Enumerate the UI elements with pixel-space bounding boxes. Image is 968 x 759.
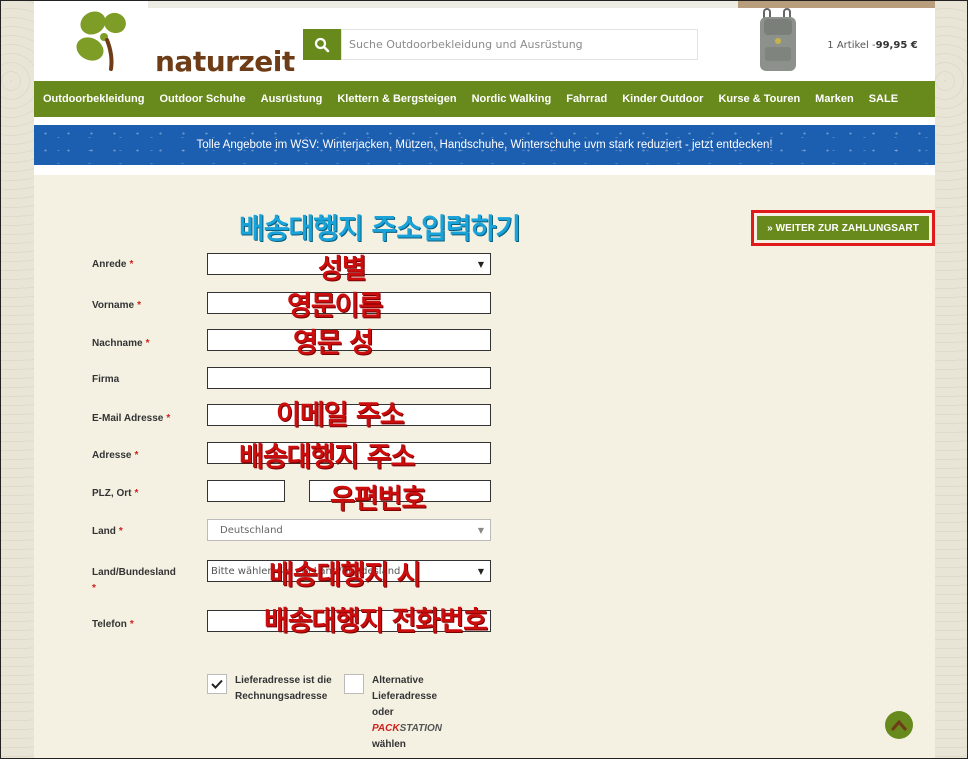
cart-total: 99,95 € bbox=[875, 39, 918, 51]
alternative-address-checkbox[interactable] bbox=[344, 674, 364, 694]
nachname-label: Nachname * bbox=[92, 338, 150, 349]
nav-item-ausruestung[interactable]: Ausrüstung bbox=[261, 93, 323, 105]
ort-input[interactable] bbox=[309, 480, 491, 502]
logo-text: naturzeit bbox=[155, 45, 295, 78]
bundesland-select-value: Bitte wählen Sie ein Land/Bundesland bbox=[211, 565, 401, 577]
bundesland-label: Land/Bundesland * bbox=[92, 567, 176, 594]
nav-item-outdoor-schuhe[interactable]: Outdoor Schuhe bbox=[159, 93, 245, 105]
logo[interactable]: naturzeit bbox=[73, 7, 295, 78]
backpack-icon[interactable] bbox=[752, 7, 804, 75]
nav-item-marken[interactable]: Marken bbox=[815, 93, 854, 105]
packstation-logo: PACKSTATION bbox=[372, 723, 442, 734]
nav-item-kinder-outdoor[interactable]: Kinder Outdoor bbox=[622, 93, 703, 105]
land-label: Land * bbox=[92, 526, 123, 537]
chevron-up-icon bbox=[891, 720, 907, 731]
nav-item-nordic-walking[interactable]: Nordic Walking bbox=[472, 93, 552, 105]
alternative-address-checkbox-label: Alternative Lieferadresse oder PACKSTATI… bbox=[372, 675, 442, 750]
firma-input[interactable] bbox=[207, 367, 491, 389]
leaf-logo-icon bbox=[76, 11, 126, 71]
plz-input[interactable] bbox=[207, 480, 285, 502]
anrede-select[interactable] bbox=[207, 253, 491, 275]
bundesland-select[interactable]: Bitte wählen Sie ein Land/Bundesland bbox=[207, 560, 491, 582]
main-nav: Outdoorbekleidung Outdoor Schuhe Ausrüst… bbox=[34, 81, 935, 117]
nav-item-klettern[interactable]: Klettern & Bergsteigen bbox=[337, 93, 456, 105]
land-select[interactable]: Deutschland bbox=[207, 519, 491, 541]
cart-summary[interactable]: 1 Artikel - 99,95 € bbox=[810, 31, 935, 59]
firma-label: Firma bbox=[92, 374, 120, 385]
anrede-label: Anrede * bbox=[92, 259, 134, 270]
adresse-input[interactable] bbox=[207, 442, 491, 464]
billing-address-checkbox-label: Lieferadresse ist die Rechnungsadresse bbox=[235, 675, 332, 702]
adresse-label: Adresse * bbox=[92, 450, 139, 461]
scroll-to-top-button[interactable] bbox=[885, 711, 913, 739]
vorname-input[interactable] bbox=[207, 292, 491, 314]
right-background bbox=[935, 1, 967, 758]
land-select-value: Deutschland bbox=[220, 524, 283, 536]
promo-banner[interactable]: Tolle Angebote im WSV: Winterjacken, Müt… bbox=[34, 125, 935, 165]
search-icon bbox=[314, 37, 330, 52]
browser-frame: naturzeit 1 Artikel - 99,95 € bbox=[0, 0, 968, 759]
email-label: E-Mail Adresse * bbox=[92, 413, 171, 424]
nav-item-fahrrad[interactable]: Fahrrad bbox=[566, 93, 607, 105]
telefon-input[interactable] bbox=[207, 610, 491, 632]
nav-item-outdoorbekleidung[interactable]: Outdoorbekleidung bbox=[43, 93, 144, 105]
telefon-label: Telefon * bbox=[92, 619, 134, 630]
left-background bbox=[1, 1, 34, 758]
checkmark-icon bbox=[211, 679, 223, 689]
nav-item-kurse-touren[interactable]: Kurse & Touren bbox=[718, 93, 800, 105]
submit-highlight: » WEITER ZUR ZAHLUNGSART bbox=[751, 210, 935, 246]
page: naturzeit 1 Artikel - 99,95 € bbox=[34, 1, 935, 758]
search-button[interactable] bbox=[303, 29, 341, 60]
continue-to-payment-button[interactable]: » WEITER ZUR ZAHLUNGSART bbox=[757, 216, 929, 240]
plz-label: PLZ, Ort * bbox=[92, 488, 139, 499]
promo-banner-text: Tolle Angebote im WSV: Winterjacken, Müt… bbox=[196, 139, 773, 151]
nav-item-sale[interactable]: SALE bbox=[869, 93, 898, 105]
billing-address-checkbox[interactable] bbox=[207, 674, 227, 694]
email-input[interactable] bbox=[207, 404, 491, 426]
search-input[interactable] bbox=[341, 29, 698, 60]
cart-count: 1 Artikel - bbox=[827, 39, 876, 51]
vorname-label: Vorname * bbox=[92, 300, 141, 311]
nachname-input[interactable] bbox=[207, 329, 491, 351]
